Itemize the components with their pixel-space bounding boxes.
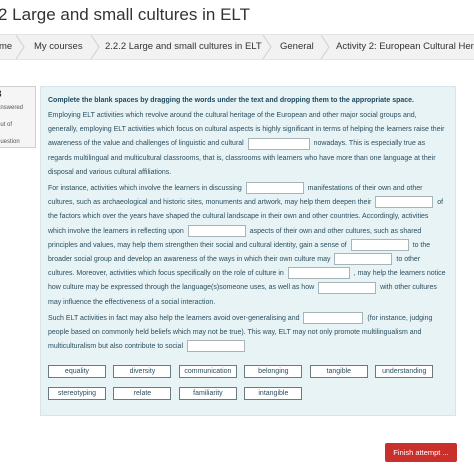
paragraph-3: Such ELT activities in fact may also hel… <box>48 312 448 355</box>
drag-token-communication[interactable]: communication <box>178 365 237 379</box>
paragraph-2: For instance, activities which involve t… <box>48 182 448 310</box>
drop-zone-8[interactable] <box>318 281 377 294</box>
drag-tokens: equality diversity communication belongi… <box>48 360 448 401</box>
drop-zone-4[interactable] <box>187 224 246 237</box>
text-segment: For instance, activities which involve t… <box>48 185 242 193</box>
drop-zone-6[interactable] <box>334 253 393 266</box>
drop-zone-10[interactable] <box>186 340 245 353</box>
breadcrumb-activity[interactable]: Activity 2: European Cultural Herit <box>336 35 474 59</box>
breadcrumb-home[interactable]: me <box>0 35 12 59</box>
breadcrumb-separator-icon <box>89 35 101 59</box>
question-content: Complete the blank spaces by dragging th… <box>40 86 456 416</box>
drag-token-understanding[interactable]: understanding <box>375 365 434 379</box>
drag-token-diversity[interactable]: diversity <box>113 365 172 379</box>
breadcrumb-course[interactable]: 2.2.2 Large and small cultures in ELT <box>105 35 262 59</box>
drag-token-familiarity[interactable]: familiarity <box>178 387 237 401</box>
drop-zone-2[interactable] <box>245 182 304 195</box>
page-title: 2 Large and small cultures in ELT <box>0 0 474 30</box>
breadcrumb-general[interactable]: General <box>280 35 314 59</box>
drag-token-tangible[interactable]: tangible <box>309 365 368 379</box>
drag-token-equality[interactable]: equality <box>48 365 106 379</box>
drag-token-belonging[interactable]: belonging <box>244 365 303 379</box>
question-state: answered <box>0 105 24 111</box>
breadcrumb-separator-icon <box>319 35 331 59</box>
page-title-text: 2 Large and small cultures in ELT <box>0 5 250 24</box>
question-text: Employing ELT activities which revolve a… <box>48 109 448 354</box>
token-row-2: stereotyping relate familiarity intangib… <box>48 382 448 401</box>
drag-token-stereotyping[interactable]: stereotyping <box>48 387 106 401</box>
flag-question[interactable]: question <box>0 138 35 146</box>
drag-token-intangible[interactable]: intangible <box>244 387 303 401</box>
drop-zone-1[interactable] <box>247 137 310 150</box>
breadcrumb-my-courses[interactable]: My courses <box>34 35 83 59</box>
question-number: 3 <box>0 89 35 100</box>
drop-zone-5[interactable] <box>350 238 409 251</box>
drop-zone-7[interactable] <box>287 267 350 280</box>
text-segment: Such ELT activities in fact may also hel… <box>48 314 300 322</box>
question-info: 3 answered out of question <box>0 86 36 148</box>
breadcrumb-separator-icon <box>261 35 273 59</box>
question-marked: out of <box>0 122 13 128</box>
drop-zone-9[interactable] <box>303 312 364 324</box>
drop-zone-3[interactable] <box>375 196 434 209</box>
question-instruction: Complete the blank spaces by dragging th… <box>48 97 414 104</box>
finish-attempt-button[interactable]: Finish attempt ... <box>385 443 457 462</box>
breadcrumb-separator-icon <box>14 35 26 59</box>
breadcrumb: me My courses 2.2.2 Large and small cult… <box>0 34 474 60</box>
paragraph-1: Employing ELT activities which revolve a… <box>48 109 448 180</box>
token-row-1: equality diversity communication belongi… <box>48 360 448 379</box>
drag-token-relate[interactable]: relate <box>113 387 172 401</box>
